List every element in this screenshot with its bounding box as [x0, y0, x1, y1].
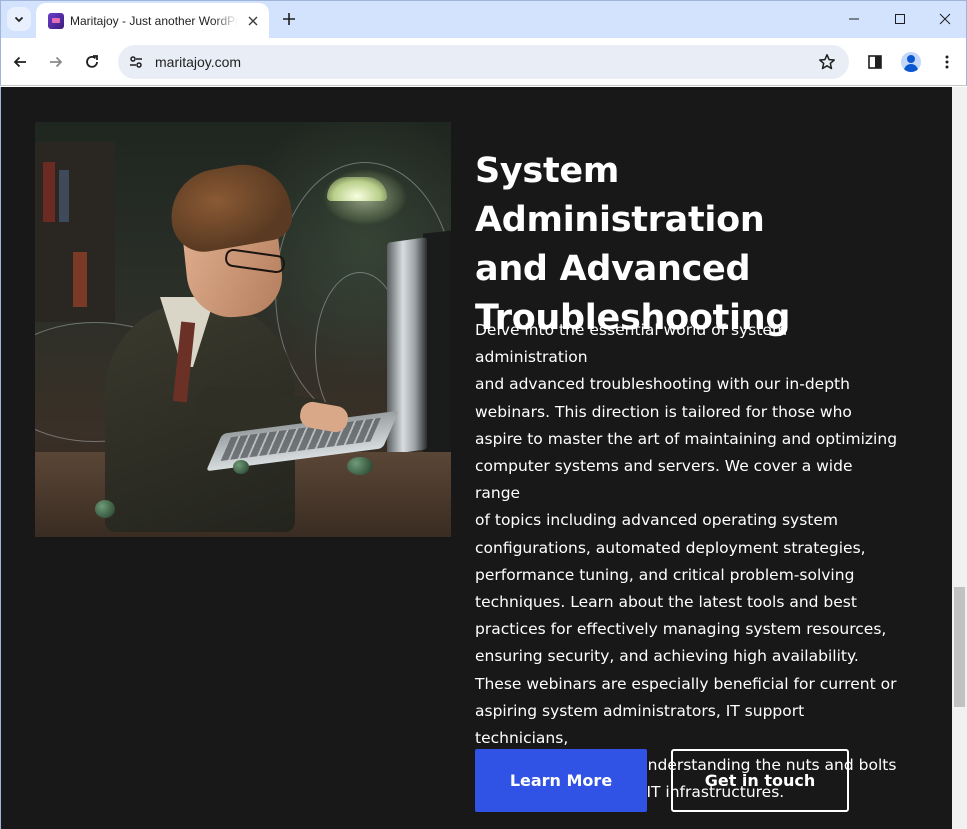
get-in-touch-button[interactable]: Get in touch — [671, 749, 849, 812]
side-panel-icon — [868, 55, 882, 69]
bookmark-button[interactable] — [815, 50, 839, 74]
tab-close-icon[interactable] — [244, 12, 262, 30]
page-viewport: System Administration and Advanced Troub… — [0, 87, 967, 829]
description-paragraph: Delve into the essential world of system… — [475, 317, 900, 807]
description-line: and advanced troubleshooting with our in… — [475, 375, 850, 394]
browser-tab-bar: Maritajoy - Just another WordPress site — [0, 0, 967, 39]
description-line: of topics including advanced operating s… — [475, 511, 839, 530]
side-panel-button[interactable] — [861, 48, 889, 76]
site-info-button[interactable] — [124, 50, 148, 74]
plus-icon — [283, 13, 295, 25]
reload-icon — [86, 55, 98, 68]
learn-more-button[interactable]: Learn More — [475, 749, 647, 812]
page-title-line: System Administration — [475, 151, 765, 240]
close-window-button[interactable] — [922, 1, 967, 37]
scrollbar-thumb[interactable] — [954, 587, 965, 707]
forward-button[interactable] — [42, 48, 70, 76]
description-line: performance tuning, and critical problem… — [475, 565, 855, 584]
tune-icon — [130, 56, 142, 68]
description-line: Delve into the essential world of system… — [475, 321, 788, 367]
monitor-back-shape — [423, 230, 451, 474]
book-shape — [73, 252, 87, 307]
address-bar[interactable]: maritajoy.com — [118, 45, 849, 79]
book-shape — [43, 162, 55, 222]
browser-toolbar: maritajoy.com — [0, 38, 967, 86]
chevron-down-icon — [14, 16, 24, 23]
description-line: aspiring system administrators, IT suppo… — [475, 701, 805, 748]
star-icon — [819, 54, 835, 70]
book-shape — [59, 170, 69, 222]
description-line: techniques. Learn about the latest tools… — [475, 593, 857, 612]
page-title-line: and Advanced — [475, 249, 751, 289]
description-line: practices for effectively managing syste… — [475, 620, 887, 639]
knob-shape — [347, 457, 373, 475]
new-tab-button[interactable] — [277, 7, 301, 31]
description-line: configurations, automated deployment str… — [475, 538, 866, 557]
more-vertical-icon — [945, 55, 949, 69]
url-text[interactable]: maritajoy.com — [155, 54, 241, 70]
scrollbar-track[interactable] — [952, 87, 967, 829]
profile-button[interactable] — [897, 48, 925, 76]
description-line: These webinars are especially beneficial… — [475, 674, 897, 693]
description-line: computer systems and servers. We cover a… — [475, 457, 853, 503]
description-line: ensuring security, and achieving high av… — [475, 647, 859, 666]
minimize-button[interactable] — [831, 1, 877, 37]
arrow-left-icon — [13, 56, 26, 68]
close-icon — [939, 13, 951, 25]
minimize-icon — [849, 18, 859, 20]
avatar-icon — [901, 52, 921, 72]
knob-shape — [233, 460, 249, 474]
description-line: aspire to master the art of maintaining … — [475, 429, 898, 448]
description-line: webinars. This direction is tailored for… — [475, 402, 852, 421]
browser-tab-active[interactable]: Maritajoy - Just another WordPress site — [36, 3, 269, 39]
arrow-right-icon — [50, 56, 63, 68]
tab-search-button[interactable] — [7, 7, 31, 31]
lamp-shape — [327, 177, 387, 201]
page-title: System Administration and Advanced Troub… — [475, 147, 915, 343]
maximize-icon — [895, 14, 905, 24]
hero-image — [35, 122, 451, 537]
site-favicon-icon — [48, 13, 64, 29]
back-button[interactable] — [6, 48, 34, 76]
tab-title: Maritajoy - Just another WordPress site — [70, 14, 238, 28]
maximize-button[interactable] — [877, 1, 923, 37]
reload-button[interactable] — [78, 48, 106, 76]
knob-shape — [95, 500, 115, 518]
menu-button[interactable] — [933, 48, 961, 76]
